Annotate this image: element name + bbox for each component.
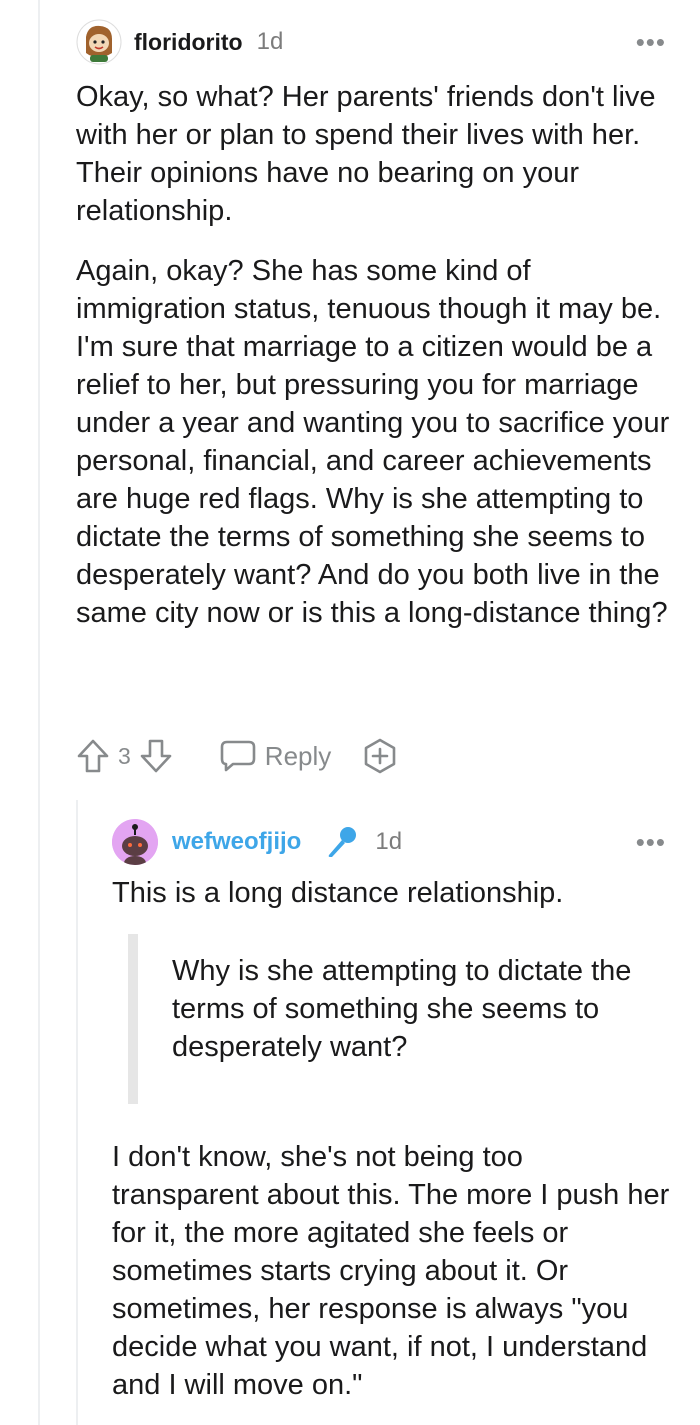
more-options-button[interactable]: ••• xyxy=(636,29,666,55)
nested-thread-line[interactable] xyxy=(76,800,78,1425)
reply-button[interactable]: Reply xyxy=(219,739,331,773)
comment-timestamp: 1d xyxy=(375,828,403,855)
microphone-icon xyxy=(329,827,357,857)
comment-actions: 3 Reply xyxy=(76,734,399,778)
reply-paragraph: I don't know, she's not being too transp… xyxy=(112,1141,670,1401)
reply-line: This is a long distance relationship. xyxy=(112,877,564,909)
thread-line[interactable] xyxy=(38,0,40,1425)
downvote-button[interactable] xyxy=(139,738,173,774)
reply-comment-header: wefweofjijo 1d ••• xyxy=(112,818,666,866)
upvote-button[interactable] xyxy=(76,738,110,774)
user-avatar[interactable] xyxy=(112,819,158,865)
add-award-icon xyxy=(364,738,396,774)
more-options-button[interactable]: ••• xyxy=(636,829,666,855)
comment-paragraph: Again, okay? She has some kind of immigr… xyxy=(76,255,670,629)
comment-header: floridorito 1d ••• xyxy=(76,18,666,66)
user-avatar[interactable] xyxy=(76,19,122,65)
op-username[interactable]: wefweofjijo xyxy=(172,828,301,856)
snoo-avatar-icon xyxy=(112,819,158,865)
blockquote-bar xyxy=(128,934,138,1104)
reply-bubble-icon xyxy=(220,740,256,772)
comment-timestamp: 1d xyxy=(256,28,284,55)
downvote-arrow-icon xyxy=(140,739,172,773)
mic-badge xyxy=(323,824,359,860)
vote-score: 3 xyxy=(118,742,131,769)
reply-label: Reply xyxy=(264,740,332,771)
comment-username[interactable]: floridorito xyxy=(134,29,243,56)
snoo-avatar-icon xyxy=(76,19,122,65)
award-button[interactable] xyxy=(361,737,399,775)
upvote-arrow-icon xyxy=(77,739,109,773)
comment-body: Okay, so what? Her parents' friends don'… xyxy=(76,78,676,632)
blockquote-text: Why is she attempting to dictate the ter… xyxy=(172,955,632,1063)
comment-paragraph: Okay, so what? Her parents' friends don'… xyxy=(76,81,656,227)
